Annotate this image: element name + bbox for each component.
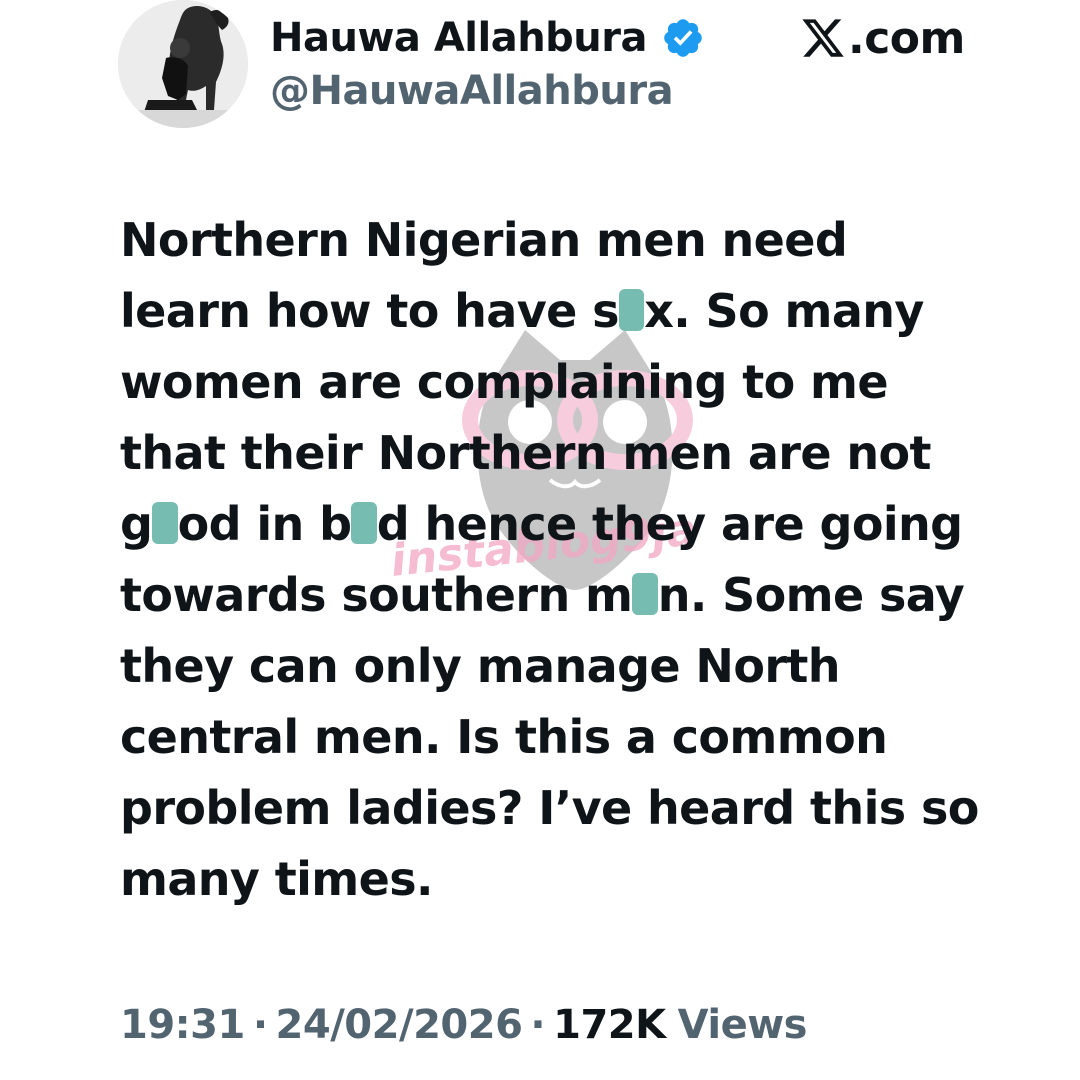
tweet-text-segment: n. Some say <box>657 568 965 622</box>
avatar[interactable] <box>118 0 248 128</box>
tweet-line: women are complaining to me <box>120 347 1000 418</box>
censor-mark <box>351 502 378 545</box>
x-logo-icon <box>802 19 844 57</box>
tweet-text-segment: women are complaining to me <box>120 355 889 409</box>
censor-mark <box>152 502 178 545</box>
author-handle[interactable]: @HauwaAllahbura <box>270 68 674 114</box>
tweet-text-segment: x. So many <box>644 284 924 338</box>
views-count[interactable]: 172K <box>553 1002 666 1048</box>
tweet-time[interactable]: 19:31 <box>120 1002 245 1048</box>
tweet-text-segment: od in b <box>177 497 352 551</box>
tweet-line: towards southern m n. Some say <box>120 560 1000 631</box>
tweet-line: many times. <box>120 844 1000 915</box>
tweet-line: central men. Is this a common <box>120 702 1000 773</box>
tweet-screenshot: Hauwa Allahbura @HauwaAllahbura .com ins… <box>0 0 1080 1080</box>
author-name-row: Hauwa Allahbura <box>270 10 705 66</box>
tweet-line: they can only manage North <box>120 631 1000 702</box>
tweet-text-segment: learn how to have s <box>120 284 619 338</box>
tweet-text-segment: central men. Is this a common <box>120 710 888 764</box>
tweet-date[interactable]: 24/02/2026 <box>276 1002 523 1048</box>
meta-separator: · <box>530 1002 546 1048</box>
tweet-line: that their Northern men are not <box>120 418 1000 489</box>
censor-mark <box>618 289 645 332</box>
tweet-text-segment: towards southern m <box>120 568 633 622</box>
meta-separator: · <box>252 1002 268 1048</box>
avatar-photo <box>118 0 248 128</box>
tweet-text-segment: d hence they are going <box>376 497 963 551</box>
tweet-text-segment: many times. <box>120 852 433 906</box>
author-display-name[interactable]: Hauwa Allahbura <box>270 15 648 61</box>
tweet-text: Northern Nigerian men need learn how to … <box>120 205 1000 915</box>
tweet-line: g od in b d hence they are going <box>120 489 1000 560</box>
tweet-text-segment: that their Northern men are not <box>120 426 932 480</box>
tweet-line: learn how to have s x. So many <box>120 276 1000 347</box>
tweet-text-segment: Northern Nigerian men need <box>120 213 848 267</box>
tweet-line: problem ladies? I’ve heard this so <box>120 773 1000 844</box>
tweet-line: Northern Nigerian men need <box>120 205 1000 276</box>
censor-mark <box>632 573 658 616</box>
views-label: Views <box>677 1002 808 1048</box>
site-mark: .com <box>800 8 965 68</box>
tweet-text-segment: problem ladies? I’ve heard this so <box>120 781 979 835</box>
tweet-meta: 19:31 · 24/02/2026 · 172K Views <box>120 995 807 1055</box>
tweet-text-segment: g <box>120 497 153 551</box>
tweet-text-segment: they can only manage North <box>120 639 841 693</box>
verified-badge-icon <box>664 19 702 57</box>
site-domain-label: .com <box>848 12 965 64</box>
